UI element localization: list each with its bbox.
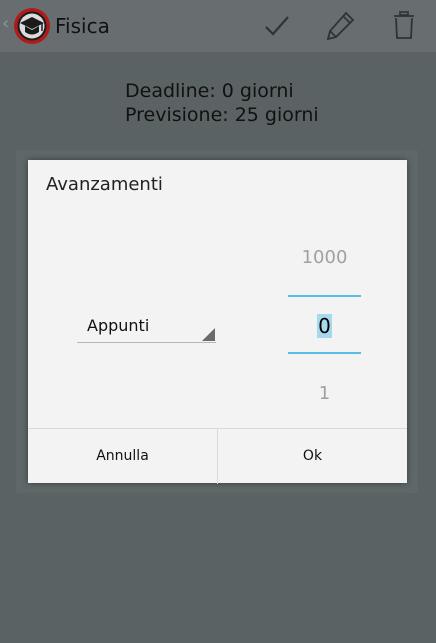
ok-button[interactable]: Ok bbox=[218, 429, 407, 484]
up-chevron-icon[interactable]: ‹ bbox=[2, 14, 9, 34]
progress-dialog: Avanzamenti Appunti 1000 0 1 Annulla Ok bbox=[28, 160, 407, 484]
spinner-selected-value: Appunti bbox=[87, 316, 150, 335]
picker-previous-value[interactable]: 1000 bbox=[288, 246, 361, 270]
deadline-text: Deadline: 0 giorni bbox=[125, 80, 294, 102]
dialog-button-bar: Annulla Ok bbox=[28, 428, 407, 484]
picker-next-value[interactable]: 1 bbox=[288, 382, 361, 406]
picker-divider-top bbox=[288, 295, 361, 297]
app-logo-icon[interactable] bbox=[13, 7, 51, 45]
dialog-title: Avanzamenti bbox=[46, 174, 163, 195]
action-bar: ‹ Fisica bbox=[0, 0, 436, 52]
dropdown-arrow-icon bbox=[202, 328, 215, 341]
check-icon[interactable] bbox=[259, 8, 295, 44]
app-title: Fisica bbox=[55, 14, 110, 38]
number-picker-input[interactable]: 0 bbox=[288, 313, 361, 339]
trash-icon[interactable] bbox=[386, 8, 422, 44]
cancel-button[interactable]: Annulla bbox=[28, 429, 217, 484]
picker-current-value[interactable]: 0 bbox=[317, 314, 332, 338]
forecast-text: Previsione: 25 giorni bbox=[125, 104, 319, 126]
pencil-icon[interactable] bbox=[322, 8, 358, 44]
picker-divider-bottom bbox=[288, 352, 361, 354]
category-spinner[interactable]: Appunti bbox=[77, 312, 216, 343]
